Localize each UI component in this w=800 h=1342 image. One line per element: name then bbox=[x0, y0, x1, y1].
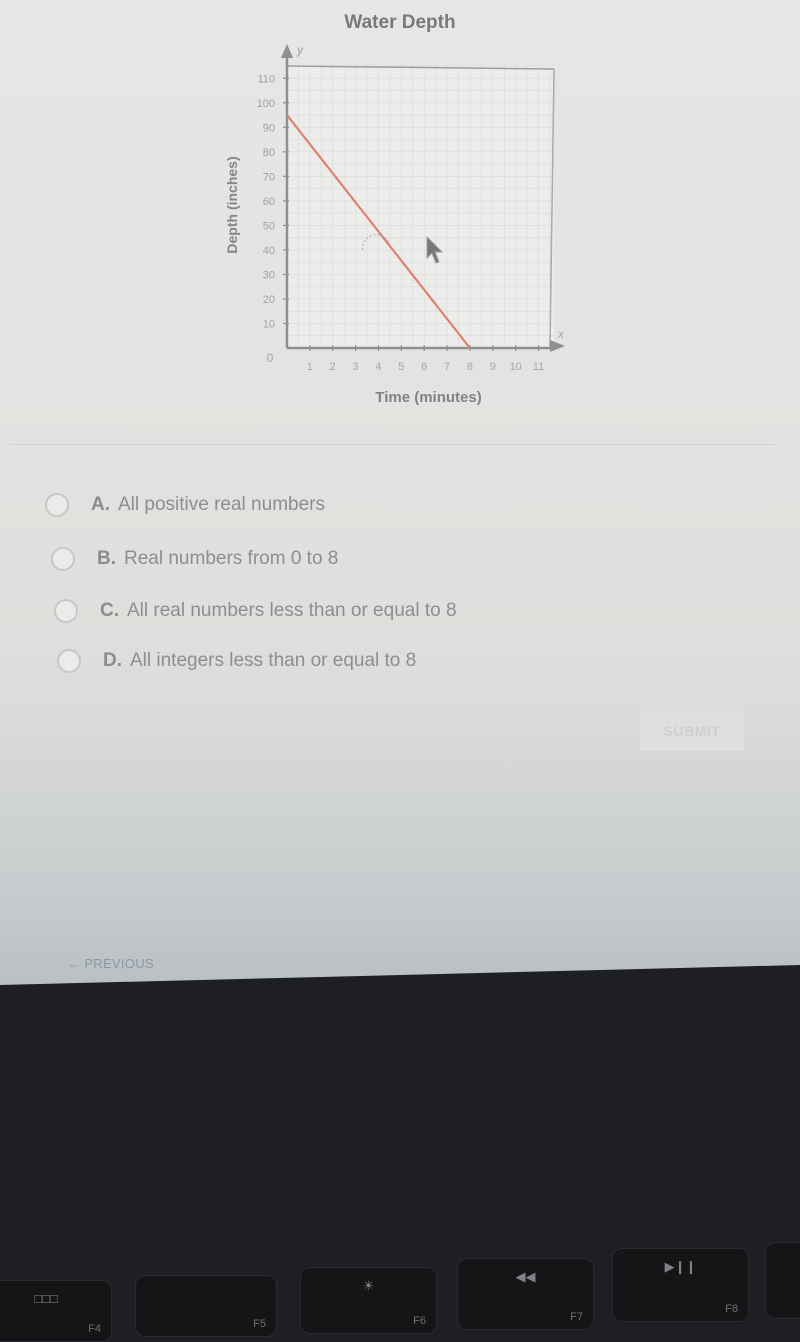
y-tick-label: 110 bbox=[257, 73, 275, 85]
y-tick-label: 80 bbox=[263, 147, 275, 159]
option-letter: B. bbox=[97, 548, 116, 569]
key-label: F4 bbox=[88, 1323, 101, 1335]
x-tick-label: 4 bbox=[375, 361, 381, 373]
y-tick-label: 100 bbox=[257, 98, 275, 110]
key-f8[interactable]: ▶❙❙ F8 bbox=[612, 1248, 749, 1322]
x-tick-label: 6 bbox=[421, 361, 427, 373]
y-tick-label: 50 bbox=[263, 220, 275, 232]
key-f6[interactable]: ☀ F6 bbox=[300, 1267, 437, 1334]
key-label: F8 bbox=[725, 1303, 738, 1315]
x-tick-label: 11 bbox=[533, 361, 544, 373]
water-depth-chart: y x 1 2 3 4 5 6 7 8 9 10 11 10 20 30 40 50 60 70 80 90 100 110 0… bbox=[224, 43, 565, 406]
option-letter: C. bbox=[100, 600, 119, 621]
x-tick-label: 5 bbox=[398, 361, 404, 373]
y-tick-label: 90 bbox=[263, 122, 275, 134]
y-tick-label: 20 bbox=[263, 294, 275, 306]
key-label: F6 bbox=[413, 1315, 426, 1327]
option-text: All integers less than or equal to 8 bbox=[130, 650, 417, 671]
x-tick-label: 10 bbox=[510, 361, 522, 373]
option-b[interactable]: B. Real numbers from 0 to 8 bbox=[51, 532, 457, 586]
x-tick-label: 1 bbox=[307, 361, 313, 373]
x-tick-label: 7 bbox=[444, 361, 450, 373]
y-tick-label: 60 bbox=[263, 196, 275, 208]
option-letter: D. bbox=[103, 650, 122, 671]
option-text: All positive real numbers bbox=[118, 494, 325, 515]
y-tick-label: 10 bbox=[263, 318, 275, 330]
y-axis-letter: y bbox=[296, 43, 304, 57]
plot-background bbox=[287, 66, 554, 348]
radio-button-c[interactable] bbox=[54, 599, 78, 623]
key-f9[interactable] bbox=[765, 1242, 800, 1319]
key-f4[interactable]: □□□ F4 bbox=[0, 1280, 112, 1342]
key-label: F5 bbox=[253, 1318, 266, 1330]
option-c[interactable]: C. All real numbers less than or equal t… bbox=[54, 586, 457, 636]
key-label: F7 bbox=[570, 1311, 583, 1323]
key-f5[interactable]: F5 bbox=[135, 1275, 277, 1337]
radio-button-d[interactable] bbox=[57, 649, 81, 673]
y-tick-label: 30 bbox=[263, 269, 275, 281]
y-axis-arrow-icon bbox=[281, 44, 293, 58]
y-axis-title: Depth (inches) bbox=[224, 156, 240, 253]
radio-button-b[interactable] bbox=[51, 547, 75, 571]
x-tick-label: 2 bbox=[330, 361, 336, 373]
submit-button[interactable]: SUBMIT bbox=[640, 711, 744, 751]
x-tick-label: 3 bbox=[353, 361, 359, 373]
play-pause-icon: ▶❙❙ bbox=[664, 1259, 697, 1274]
x-tick-label: 9 bbox=[490, 361, 496, 373]
arrow-left-icon: ← bbox=[68, 956, 82, 971]
answer-options: A. All positive real numbers B. Real num… bbox=[45, 478, 457, 686]
option-text: All real numbers less than or equal to 8 bbox=[127, 600, 457, 621]
mission-control-icon: □□□ bbox=[34, 1291, 58, 1306]
keyboard: □□□ F4 F5 ☀ F6 ◀◀ F7 ▶❙❙ F8 bbox=[0, 1180, 800, 1342]
option-a[interactable]: A. All positive real numbers bbox=[45, 478, 457, 532]
option-d[interactable]: D. All integers less than or equal to 8 bbox=[57, 636, 457, 686]
x-tick-label: 8 bbox=[467, 361, 473, 373]
x-axis-letter: x bbox=[557, 327, 565, 341]
rewind-icon: ◀◀ bbox=[515, 1269, 536, 1284]
screen: Water Depth y x 1 2 3 4 5 6 7 8 9 10 11 10 20 30 40 50 60 7… bbox=[0, 0, 800, 985]
origin-label: 0 bbox=[267, 351, 274, 365]
key-f7[interactable]: ◀◀ F7 bbox=[457, 1258, 594, 1330]
y-tick-label: 70 bbox=[263, 171, 275, 183]
brightness-icon: ☀ bbox=[362, 1278, 375, 1293]
mouse-cursor-icon bbox=[426, 236, 444, 264]
previous-label: PREVIOUS bbox=[84, 956, 154, 971]
y-tick-label: 40 bbox=[263, 245, 275, 257]
previous-button[interactable]: ← PREVIOUS bbox=[68, 956, 154, 971]
option-text: Real numbers from 0 to 8 bbox=[124, 548, 339, 569]
radio-button-a[interactable] bbox=[45, 493, 69, 517]
option-letter: A. bbox=[91, 494, 110, 515]
x-axis-title: Time (minutes) bbox=[375, 389, 481, 406]
x-axis-arrow-icon bbox=[550, 340, 565, 352]
section-divider bbox=[10, 444, 775, 445]
chart-container: Water Depth y x 1 2 3 4 5 6 7 8 9 10 11 10 20 30 40 50 60 7… bbox=[200, 0, 600, 420]
